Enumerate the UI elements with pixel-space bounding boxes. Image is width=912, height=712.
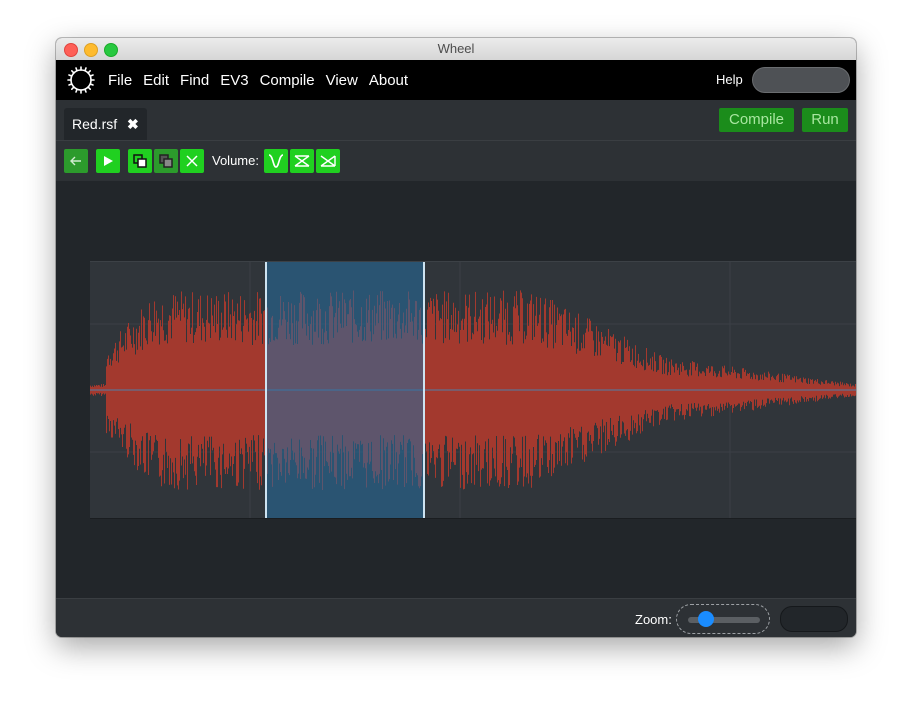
app-window: Wheel File Edit Find EV3 Compile View Ab… [56, 38, 856, 637]
play-icon [104, 156, 113, 166]
compile-button[interactable]: Compile [719, 108, 794, 132]
sound-toolbar: Volume: [56, 140, 856, 182]
back-button[interactable] [64, 149, 88, 173]
editor-area [56, 181, 856, 598]
window-title: Wheel [437, 41, 475, 56]
tab-label: Red.rsf [72, 116, 118, 132]
waveform-view[interactable] [90, 261, 856, 519]
menu-edit[interactable]: Edit [143, 72, 169, 89]
run-button[interactable]: Run [802, 108, 848, 132]
menu-find[interactable]: Find [180, 72, 209, 89]
tab-close-icon[interactable]: ✖ [127, 108, 139, 140]
zoom-label: Zoom: [635, 612, 672, 627]
help-search-input[interactable] [752, 67, 850, 93]
tab-red-rsf[interactable]: Red.rsf ✖ [64, 108, 147, 140]
tab-bar: Red.rsf ✖ Compile Run [56, 100, 856, 140]
menu-file[interactable]: File [108, 72, 132, 89]
fade-curve-icon [268, 154, 284, 168]
zoom-slider[interactable] [676, 604, 770, 634]
title-bar: Wheel [56, 38, 856, 61]
zoom-thumb[interactable] [698, 611, 714, 627]
paste-icon [159, 154, 173, 168]
copy-icon [133, 154, 147, 168]
app-logo-icon [67, 66, 95, 94]
menu-about[interactable]: About [369, 72, 408, 89]
waveform-selection[interactable] [265, 262, 425, 518]
waveform-graph [90, 262, 856, 518]
play-button[interactable] [96, 149, 120, 173]
delete-icon [186, 155, 198, 167]
fade-in-icon [294, 155, 310, 167]
zoom-value-field[interactable] [780, 606, 848, 632]
copy-button[interactable] [128, 149, 152, 173]
main-menu: File Edit Find EV3 Compile View About [108, 60, 419, 100]
help-label: Help [716, 72, 743, 87]
volume-curve-button[interactable] [264, 149, 288, 173]
volume-label: Volume: [212, 153, 259, 168]
menu-compile[interactable]: Compile [260, 72, 315, 89]
paste-button[interactable] [154, 149, 178, 173]
fade-out-icon [320, 155, 336, 167]
fade-out-button[interactable] [316, 149, 340, 173]
back-arrow-icon [70, 156, 81, 166]
menu-ev3[interactable]: EV3 [220, 72, 248, 89]
fade-in-button[interactable] [290, 149, 314, 173]
menu-view[interactable]: View [326, 72, 358, 89]
delete-button[interactable] [180, 149, 204, 173]
menu-bar: File Edit Find EV3 Compile View About He… [56, 60, 856, 100]
status-bar: Zoom: [56, 598, 856, 637]
